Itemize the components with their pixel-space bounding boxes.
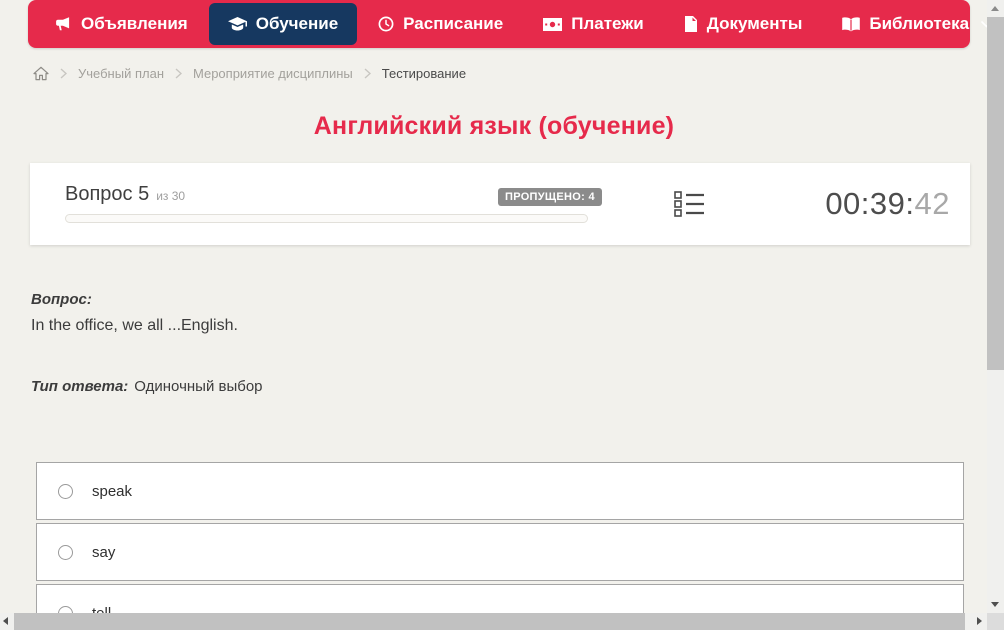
question-text: In the office, we all ...English. <box>31 317 238 335</box>
nav-item-label: Обучение <box>256 14 338 34</box>
nav-item-payments[interactable]: Платежи <box>524 3 663 45</box>
question-list-button[interactable] <box>673 191 705 218</box>
list-icon <box>674 205 704 220</box>
book-icon <box>842 17 860 32</box>
scroll-left-arrow[interactable] <box>3 617 8 625</box>
question-total: из 30 <box>156 189 185 203</box>
nav-item-label: Библиотека <box>869 14 969 34</box>
question-label: Вопрос: <box>31 291 92 308</box>
megaphone-icon <box>55 16 72 32</box>
vertical-scrollbar[interactable] <box>987 0 1004 613</box>
radio-button[interactable] <box>58 545 73 560</box>
main-nav: Объявления Обучение Расписание Платежи Д… <box>28 0 970 48</box>
timer: 00:39:42 <box>825 186 950 222</box>
nav-item-label: Платежи <box>571 14 644 34</box>
document-icon <box>684 16 698 32</box>
progress-bar <box>65 214 588 223</box>
question-number: Вопрос 5 <box>65 183 149 206</box>
timer-seconds: 42 <box>915 186 950 221</box>
question-panel: Вопрос 5 из 30 ПРОПУЩЕНО: 4 00:39:42 <box>30 163 970 245</box>
nav-item-training[interactable]: Обучение <box>209 3 357 45</box>
vertical-scroll-thumb[interactable] <box>987 17 1004 370</box>
scroll-right-arrow[interactable] <box>977 617 982 625</box>
answer-type-value: Одиночный выбор <box>134 378 262 395</box>
chevron-right-icon <box>60 68 67 79</box>
answer-option[interactable]: speak <box>36 462 964 520</box>
answer-option-label: say <box>92 544 115 561</box>
chevron-right-icon <box>364 68 371 79</box>
page-title: Английский язык (обучение) <box>0 112 988 141</box>
chevron-right-icon <box>175 68 182 79</box>
skipped-badge: ПРОПУЩЕНО: 4 <box>498 188 602 206</box>
graduation-cap-icon <box>228 17 247 32</box>
nav-item-label: Объявления <box>81 14 188 34</box>
scroll-down-arrow[interactable] <box>991 602 999 607</box>
answer-type: Тип ответа: Одиночный выбор <box>31 378 263 395</box>
nav-item-label: Расписание <box>403 14 503 34</box>
radio-button[interactable] <box>58 484 73 499</box>
clock-icon <box>378 16 394 32</box>
nav-item-announcements[interactable]: Объявления <box>36 3 207 45</box>
scroll-up-arrow[interactable] <box>991 6 999 11</box>
timer-hhmm: 00:39: <box>825 186 914 221</box>
nav-item-label: Документы <box>707 14 803 34</box>
breadcrumb-item-testing: Тестирование <box>382 66 466 81</box>
app-window: Объявления Обучение Расписание Платежи Д… <box>0 0 1004 630</box>
horizontal-scroll-thumb[interactable] <box>14 613 965 630</box>
banknote-icon <box>543 18 562 31</box>
scrollbar-corner <box>987 613 1004 630</box>
horizontal-scrollbar[interactable] <box>0 613 987 630</box>
nav-item-schedule[interactable]: Расписание <box>359 3 522 45</box>
breadcrumb: Учебный план Мероприятие дисциплины Тест… <box>33 62 466 84</box>
breadcrumb-item-discipline-event[interactable]: Мероприятие дисциплины <box>193 66 353 81</box>
breadcrumb-item-curriculum[interactable]: Учебный план <box>78 66 164 81</box>
home-icon[interactable] <box>33 66 49 81</box>
answer-option[interactable]: say <box>36 523 964 581</box>
nav-item-documents[interactable]: Документы <box>665 3 822 45</box>
answer-option-label: speak <box>92 483 132 500</box>
question-counter: Вопрос 5 из 30 <box>65 183 185 206</box>
answer-type-label: Тип ответа: <box>31 378 128 395</box>
nav-item-library[interactable]: Библиотека <box>823 3 1004 45</box>
